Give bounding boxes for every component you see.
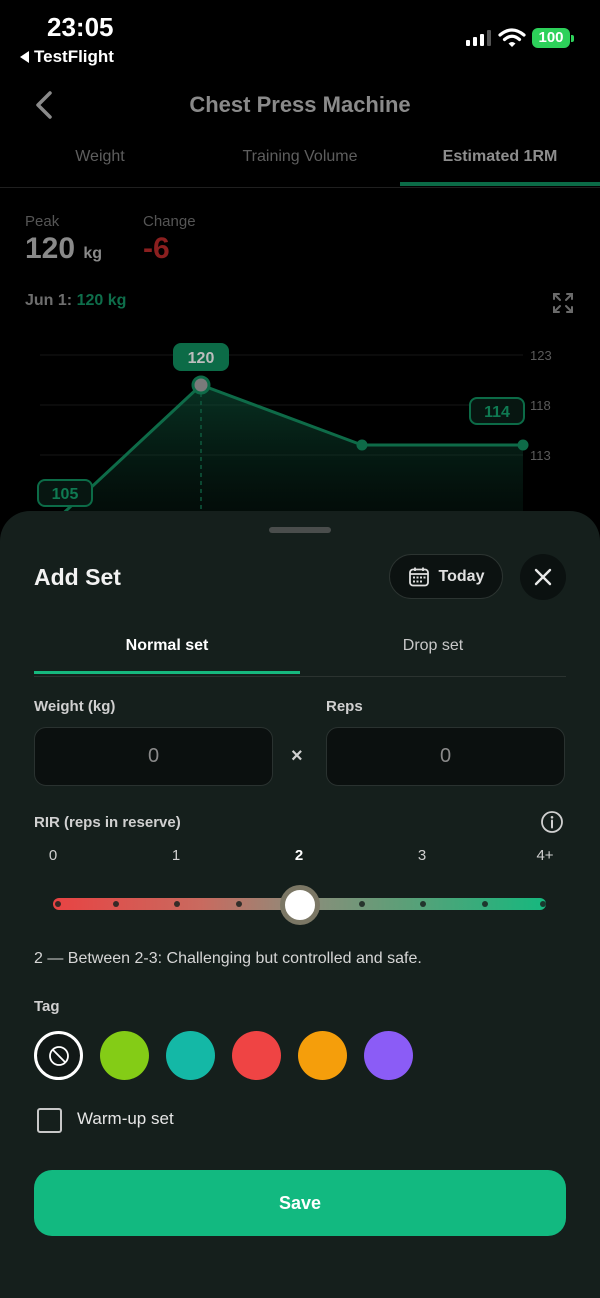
page-title: Chest Press Machine	[189, 92, 411, 117]
metric-tabs: Weight Training Volume Estimated 1RM	[0, 140, 600, 188]
weight-input[interactable]: 0	[34, 727, 273, 786]
sheet-grabber[interactable]	[269, 527, 331, 533]
data-label: 120	[188, 350, 215, 367]
slider-step-dot	[174, 901, 180, 907]
today-label: Today	[438, 567, 485, 585]
calendar-icon	[408, 567, 429, 586]
data-label: 105	[52, 486, 79, 503]
slider-step-dot	[420, 901, 426, 907]
tab-weight[interactable]: Weight	[0, 148, 200, 166]
back-triangle-icon	[20, 51, 29, 63]
battery-indicator: 100	[532, 28, 574, 48]
area-fill	[40, 385, 523, 530]
tab-estimated-1rm[interactable]: Estimated 1RM	[400, 148, 600, 166]
tag-teal-button[interactable]	[166, 1031, 215, 1080]
back-to-app-link[interactable]: TestFlight	[20, 47, 114, 67]
estimated-1rm-chart[interactable]: 123118113107105120114	[0, 330, 600, 530]
expand-icon[interactable]	[552, 292, 574, 314]
change-value: -6	[143, 232, 170, 265]
add-set-sheet: Add Set Today Normal set Drop set Weight…	[0, 511, 600, 1298]
status-bar: 23:05 TestFlight 100	[0, 0, 600, 70]
times-sign: ×	[291, 745, 303, 767]
rir-description: 2 — Between 2-3: Challenging but control…	[34, 950, 422, 967]
tab-drop-set[interactable]: Drop set	[300, 637, 566, 655]
slider-step-dot	[540, 901, 546, 907]
rir-tick: 0	[48, 847, 58, 864]
rir-slider-thumb[interactable]	[280, 885, 320, 925]
cellular-signal-icon	[466, 30, 491, 46]
peak-stat: Peak 120 kg	[25, 213, 102, 266]
close-icon	[534, 568, 552, 586]
warmup-label[interactable]: Warm-up set	[77, 1109, 174, 1129]
active-set-tab-indicator	[34, 671, 300, 674]
slider-step-dot	[55, 901, 61, 907]
tag-none-button[interactable]	[34, 1031, 83, 1080]
selected-value: 120 kg	[76, 292, 127, 309]
rir-tick: 3	[417, 847, 427, 864]
active-tab-indicator	[400, 182, 600, 186]
selected-point-readout: Jun 1: 120 kg	[25, 292, 126, 310]
y-tick-label: 118	[530, 398, 551, 413]
tag-label: Tag	[34, 998, 60, 1015]
tag-orange-button[interactable]	[298, 1031, 347, 1080]
data-point	[517, 439, 529, 451]
y-tick-label: 123	[530, 348, 552, 363]
reps-input[interactable]: 0	[326, 727, 565, 786]
tag-lime-button[interactable]	[100, 1031, 149, 1080]
slider-step-dot	[482, 901, 488, 907]
wifi-icon	[498, 28, 526, 47]
date-picker-button[interactable]: Today	[389, 554, 503, 599]
y-tick-label: 113	[530, 448, 551, 463]
peak-label: Peak	[25, 213, 60, 230]
rir-tick: 4+	[536, 847, 554, 864]
no-tag-icon	[48, 1045, 69, 1066]
close-button[interactable]	[520, 554, 566, 600]
tab-normal-set[interactable]: Normal set	[34, 637, 300, 655]
rir-label: RIR (reps in reserve)	[34, 814, 181, 831]
slider-step-dot	[113, 901, 119, 907]
peak-value: 120 kg	[25, 232, 103, 265]
warmup-checkbox[interactable]	[37, 1108, 62, 1133]
slider-step-dot	[236, 901, 242, 907]
change-label: Change	[143, 213, 196, 230]
selected-date: Jun 1:	[25, 292, 73, 309]
data-point	[356, 439, 368, 451]
slider-step-dot	[359, 901, 365, 907]
reps-label: Reps	[326, 698, 363, 715]
tab-training-volume[interactable]: Training Volume	[200, 148, 400, 166]
data-label: 114	[484, 404, 510, 421]
tag-red-button[interactable]	[232, 1031, 281, 1080]
peak-unit: kg	[83, 245, 103, 262]
back-app-label: TestFlight	[34, 47, 114, 66]
sheet-title: Add Set	[34, 564, 121, 590]
selected-data-point	[191, 375, 211, 395]
change-stat: Change -6	[143, 213, 196, 266]
set-type-tabs: Normal set Drop set	[34, 629, 566, 677]
rir-tick: 2	[294, 847, 304, 864]
tag-purple-button[interactable]	[364, 1031, 413, 1080]
status-time: 23:05	[47, 12, 114, 42]
rir-tick: 1	[171, 847, 181, 864]
info-icon[interactable]	[540, 810, 564, 834]
save-button[interactable]: Save	[34, 1170, 566, 1236]
weight-label: Weight (kg)	[34, 698, 116, 715]
